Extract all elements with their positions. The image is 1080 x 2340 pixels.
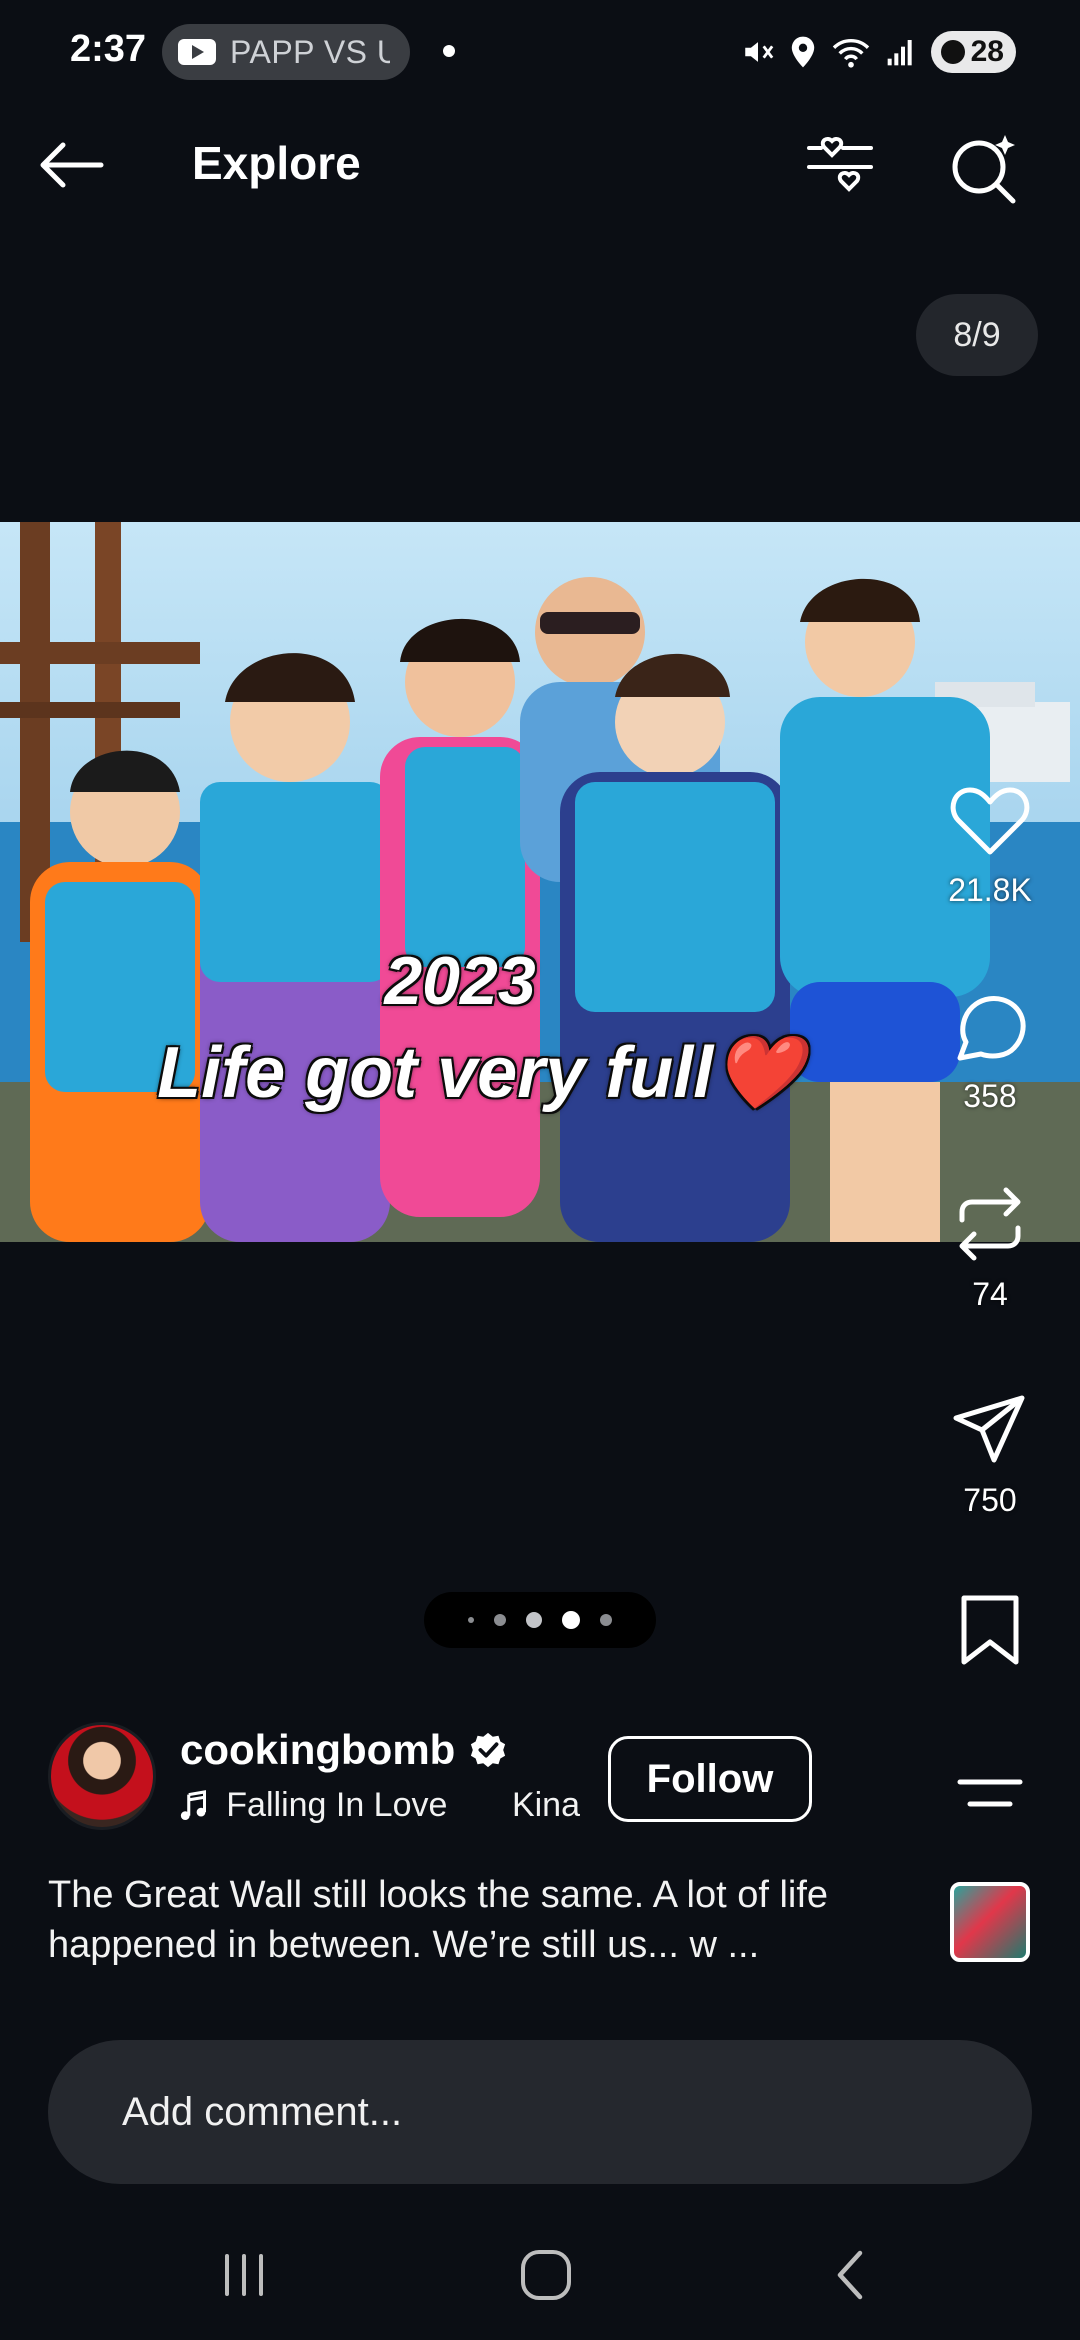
battery-indicator: 28 [930, 31, 1016, 73]
menu-lines-icon [957, 1779, 1023, 1807]
music-artist: Kina [511, 1786, 580, 1824]
carousel-dot [468, 1617, 474, 1623]
slide-counter: 8/9 [916, 294, 1038, 376]
share-action[interactable]: 750 [940, 1392, 1040, 1519]
follow-button[interactable]: Follow [608, 1736, 812, 1822]
signal-icon [887, 40, 912, 66]
music-row[interactable]: Falling In Love Kina [180, 1786, 580, 1825]
carousel-dot [526, 1612, 542, 1628]
add-comment-input[interactable]: Add comment... [48, 2040, 1032, 2184]
interests-filter-button[interactable] [800, 128, 880, 208]
home-button[interactable] [496, 2240, 596, 2310]
back-arrow-icon [40, 142, 104, 188]
page-title: Explore [192, 137, 361, 189]
back-button[interactable] [30, 130, 110, 200]
like-count: 21.8K [948, 872, 1032, 908]
carousel-dot [600, 1614, 612, 1626]
top-bar: Explore [0, 110, 1080, 220]
repost-count: 74 [972, 1276, 1008, 1312]
send-icon [953, 1395, 1025, 1463]
heart-sliders-icon [807, 136, 873, 192]
carousel-dot-active [562, 1611, 580, 1629]
search-button[interactable] [944, 128, 1024, 208]
notification-dot [443, 45, 455, 57]
chevron-left-icon [837, 2250, 863, 2300]
status-icons: 28 [741, 28, 1016, 76]
comment-action[interactable]: 358 [940, 988, 1040, 1115]
caption-text: Life got very full❤️ [157, 1033, 803, 1113]
media-notification-pill[interactable]: PAPP VS U [162, 24, 410, 80]
verified-badge-icon [471, 1732, 506, 1768]
wifi-icon [832, 39, 869, 68]
media-pill-text: PAPP VS U [230, 33, 390, 70]
audio-cover-thumbnail[interactable] [950, 1882, 1030, 1962]
comment-count: 358 [963, 1078, 1017, 1114]
music-title: Falling In Love [226, 1786, 448, 1824]
author-username-row[interactable]: cookingbomb [180, 1726, 507, 1774]
system-back-button[interactable] [800, 2240, 900, 2310]
more-options-button[interactable] [950, 1768, 1030, 1818]
post-description[interactable]: The Great Wall still looks the same. A l… [48, 1870, 928, 1970]
status-time: 2:37 [70, 28, 147, 70]
photo-illustration [0, 522, 1080, 1242]
home-icon [521, 2250, 571, 2300]
heart-icon [950, 787, 1030, 855]
bookmark-icon [961, 1595, 1019, 1665]
save-action[interactable] [940, 1594, 1040, 1666]
search-sparkle-icon [952, 135, 1016, 204]
caption-year: 2023 [384, 943, 536, 1019]
mute-icon [744, 42, 773, 62]
location-icon [791, 36, 814, 68]
carousel-dot [494, 1614, 506, 1626]
status-bar: 2:37 PAPP VS U 28 [0, 0, 1080, 100]
post-photo[interactable]: 2023 Life got very full❤️ [0, 522, 1080, 1242]
recent-apps-button[interactable] [194, 2240, 294, 2310]
carousel-dots [424, 1592, 656, 1648]
system-nav-bar [0, 2200, 1080, 2340]
author-username: cookingbomb [180, 1726, 456, 1773]
comment-bubble-icon [957, 996, 1026, 1061]
like-action[interactable]: 21.8K [940, 784, 1040, 909]
music-note-icon [180, 1789, 207, 1820]
share-count: 750 [963, 1482, 1017, 1518]
repost-action[interactable]: 74 [940, 1186, 1040, 1313]
author-avatar[interactable] [48, 1722, 156, 1830]
recent-apps-icon [225, 2254, 263, 2296]
youtube-icon [178, 39, 216, 65]
repost-icon [959, 1187, 1021, 1261]
